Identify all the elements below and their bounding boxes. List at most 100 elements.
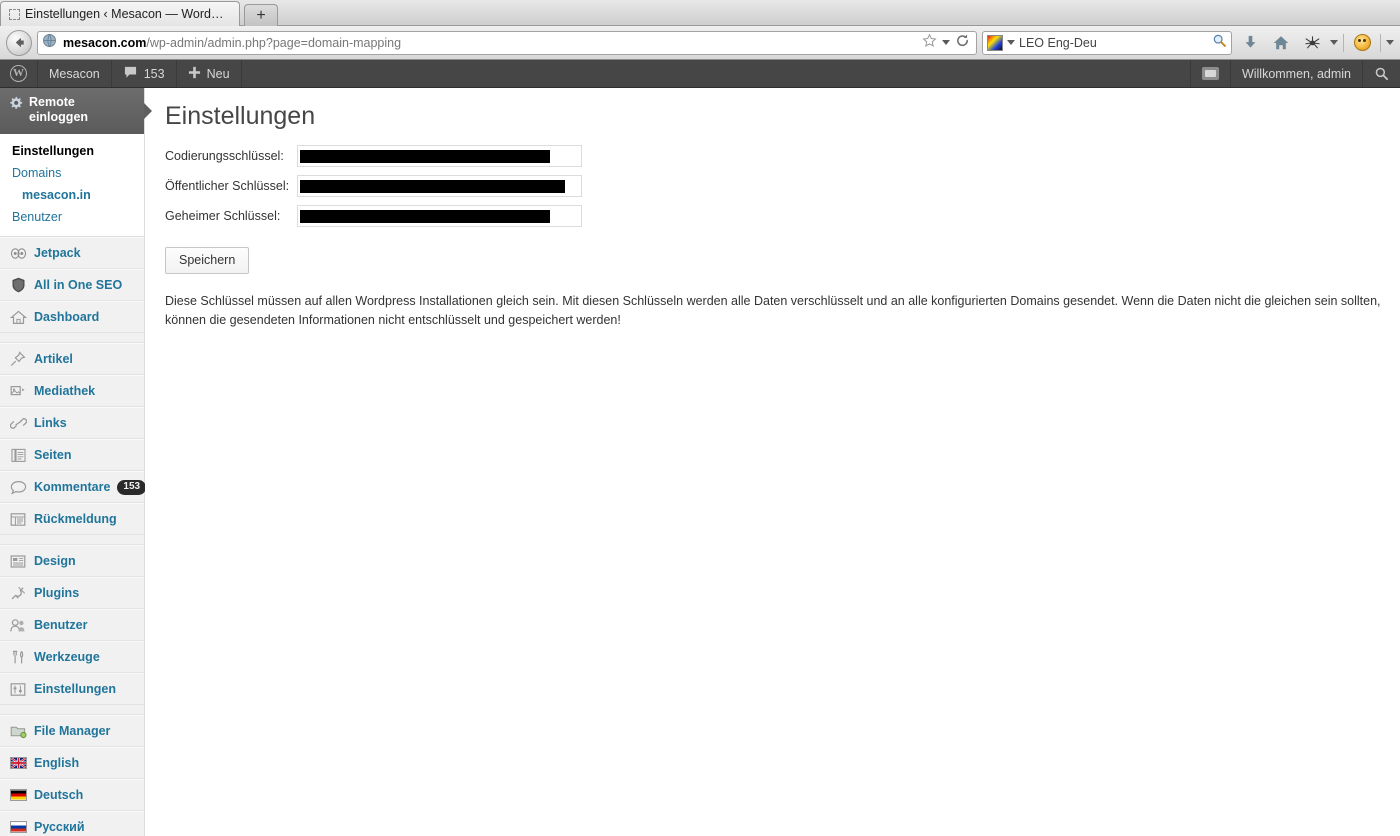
sidebar-item-label: Einstellungen (34, 682, 116, 696)
back-arrow-icon[interactable] (6, 29, 32, 56)
chevron-down-icon[interactable] (1386, 40, 1394, 45)
wp-admin-bar: W Mesacon 153 Neu Willkommen, admin (0, 60, 1400, 88)
sidebar-item-kommentare[interactable]: Kommentare 153 (0, 471, 147, 503)
shield-icon (9, 277, 27, 293)
new-tab-button[interactable]: + (244, 4, 278, 26)
sidebar-item-deutsch[interactable]: Deutsch (0, 779, 144, 811)
chevron-down-icon[interactable] (942, 40, 950, 45)
geheimer-schluessel-input[interactable] (297, 205, 582, 227)
sidebar-item-label: Rückmeldung (34, 512, 117, 526)
page-icon (9, 447, 27, 463)
sidebar-item-artikel[interactable]: Artikel (0, 343, 144, 375)
sidebar-item-label: All in One SEO (34, 278, 123, 292)
sidebar-item-label: Kommentare (34, 480, 111, 494)
field-row-oeffentlicher-schluessel: Öffentlicher Schlüssel: (165, 175, 1382, 197)
gear-icon (9, 96, 23, 125)
chevron-down-icon[interactable] (1007, 40, 1015, 45)
flag-de-icon (9, 787, 27, 803)
star-icon[interactable] (922, 32, 937, 53)
search-bar[interactable]: LEO Eng-Deu (982, 30, 1232, 55)
comment-bubble-icon (9, 479, 27, 495)
sidebar-item-label: Mediathek (34, 384, 96, 398)
save-button[interactable]: Speichern (165, 247, 250, 274)
chevron-down-icon[interactable] (1330, 40, 1338, 45)
wordpress-logo-glyph: W (10, 65, 27, 82)
search-engine-label: LEO Eng-Deu (1019, 35, 1097, 50)
sidebar-item-label: Artikel (34, 352, 73, 366)
sidebar-item-label: File Manager (34, 724, 111, 738)
sidebar-item-mediathek[interactable]: Mediathek (0, 375, 144, 407)
address-bar-url: mesacon.com/wp-admin/admin.php?page=doma… (63, 36, 916, 50)
redaction-bar (300, 209, 550, 223)
browser-tab[interactable]: Einstellungen ‹ Mesacon — WordPress (0, 1, 240, 26)
media-icon (9, 383, 27, 399)
sidebar-item-label: Benutzer (34, 618, 88, 632)
sidebar-item-benutzer[interactable]: Benutzer (0, 609, 144, 641)
sidebar-subitem-einstellungen[interactable]: Einstellungen (0, 140, 144, 162)
sidebar-item-einstellungen[interactable]: Einstellungen (0, 673, 144, 705)
oeffentlicher-schluessel-input[interactable] (297, 175, 582, 197)
sidebar-subitem-benutzer[interactable]: Benutzer (0, 206, 144, 228)
spider-icon[interactable] (1299, 30, 1325, 56)
adminbar-new-label: Neu (206, 66, 230, 81)
sidebar-item-design[interactable]: Design (0, 545, 144, 577)
adminbar-greeting-label: Willkommen, admin (1241, 66, 1351, 81)
sidebar-item-label: Links (34, 416, 67, 430)
status-badge: 153 (117, 479, 147, 495)
admin-body: Remote einloggen Einstellungen Domains m… (0, 88, 1400, 836)
sidebar-item-dashboard[interactable]: Dashboard (0, 301, 144, 333)
home-icon[interactable] (1268, 30, 1294, 56)
reload-icon[interactable] (955, 33, 970, 53)
sidebar-item-english[interactable]: English (0, 747, 144, 779)
sidebar-item-seiten[interactable]: Seiten (0, 439, 144, 471)
wordpress-logo-icon[interactable]: W (0, 60, 38, 87)
monkey-icon[interactable] (1349, 30, 1375, 56)
sidebar-subitem-mesacon-in[interactable]: mesacon.in (0, 184, 144, 206)
sidebar-item-links[interactable]: Links (0, 407, 144, 439)
sidebar-item-werkzeuge[interactable]: Werkzeuge (0, 641, 144, 673)
sidebar-item-label: Werkzeuge (34, 650, 100, 664)
pin-icon (9, 351, 27, 367)
link-icon (9, 415, 27, 431)
url-host: mesacon.com (63, 35, 147, 50)
redaction-bar (300, 149, 550, 163)
adminbar-comment-count: 153 (143, 66, 165, 81)
codierungsschluessel-input[interactable] (297, 145, 582, 167)
address-bar[interactable]: mesacon.com/wp-admin/admin.php?page=doma… (37, 30, 977, 55)
adminbar-site-name[interactable]: Mesacon (38, 60, 112, 87)
sidebar-item-file-manager[interactable]: File Manager (0, 715, 144, 747)
leo-flag-icon[interactable] (987, 34, 1003, 51)
plus-icon (188, 66, 201, 82)
sidebar-item-russian[interactable]: Русский (0, 811, 144, 836)
sidebar-item-label: Jetpack (34, 246, 81, 260)
browser-tab-title: Einstellungen ‹ Mesacon — WordPress (25, 7, 231, 21)
screen-options-icon[interactable] (1189, 60, 1230, 87)
sidebar-item-label: Русский (34, 820, 85, 834)
adminbar-greeting[interactable]: Willkommen, admin (1229, 60, 1362, 87)
sidebar-subitem-domains[interactable]: Domains (0, 162, 144, 184)
download-icon[interactable] (1237, 30, 1263, 56)
sidebar-item-rueckmeldung[interactable]: Rückmeldung (0, 503, 144, 535)
appearance-icon (9, 553, 27, 569)
sidebar-item-label: English (34, 756, 80, 770)
settings-icon (9, 681, 27, 697)
toolbar-separator (1380, 33, 1381, 52)
tools-icon (9, 649, 27, 665)
search-icon[interactable] (1362, 60, 1400, 87)
field-row-geheimer-schluessel: Geheimer Schlüssel: (165, 205, 1382, 227)
sidebar-item-all-in-one-seo[interactable]: All in One SEO (0, 269, 144, 301)
field-label: Geheimer Schlüssel: (165, 209, 281, 223)
sidebar-item-plugins[interactable]: Plugins (0, 577, 144, 609)
sidebar-submenu: Einstellungen Domains mesacon.in Benutze… (0, 134, 144, 237)
flag-uk-icon (9, 755, 27, 771)
magnifier-icon[interactable] (1212, 33, 1227, 53)
jetpack-icon (9, 245, 27, 261)
field-label: Codierungsschlüssel: (165, 149, 284, 163)
adminbar-comments[interactable]: 153 (112, 60, 177, 87)
sidebar-item-remote-login[interactable]: Remote einloggen (0, 88, 152, 134)
users-icon (9, 617, 27, 633)
adminbar-new-content[interactable]: Neu (177, 60, 242, 87)
sidebar-item-jetpack[interactable]: Jetpack (0, 237, 144, 269)
page-title: Einstellungen (165, 102, 316, 130)
file-manager-icon (9, 723, 27, 739)
